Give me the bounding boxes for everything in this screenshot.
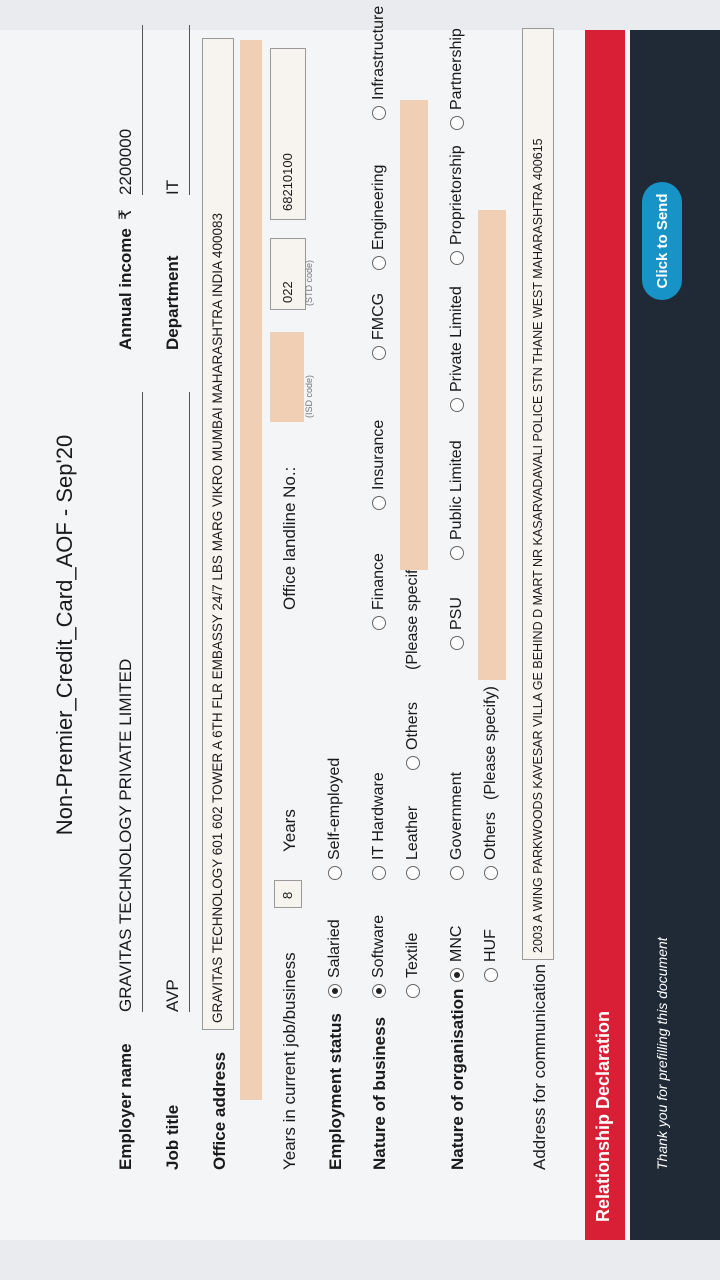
address-extra-field[interactable] bbox=[240, 40, 262, 1100]
radio-unchecked-icon bbox=[371, 866, 386, 880]
landline-number-value: 68210100 bbox=[280, 153, 295, 211]
relationship-declaration-title: Relationship Declaration bbox=[593, 1010, 613, 1222]
office-address-field[interactable]: GRAVITAS TECHNOLOGY 601 602 TOWER A 6TH … bbox=[202, 38, 234, 1030]
employment-status-row: Employment status Salaried Self-employed bbox=[318, 60, 354, 1170]
radio-unchecked-icon bbox=[371, 616, 386, 630]
business-row: Nature of business Software IT Hardware … bbox=[360, 6, 440, 1170]
radio-unchecked-icon bbox=[327, 866, 342, 880]
landline-label: Office landline No.: bbox=[280, 466, 299, 610]
radio-unchecked-icon bbox=[405, 866, 420, 880]
business-specify-field[interactable] bbox=[400, 100, 428, 570]
employer-name-value[interactable]: GRAVITAS TECHNOLOGY PRIVATE LIMITED bbox=[116, 659, 136, 1012]
radio-unchecked-icon bbox=[405, 756, 420, 770]
org-option-government[interactable]: Government bbox=[448, 772, 466, 880]
business-option-it-hardware[interactable]: IT Hardware bbox=[370, 772, 388, 880]
std-code-field[interactable]: 022 bbox=[270, 238, 306, 310]
footer-bar: Thank you for prefilling this document C… bbox=[630, 30, 720, 1240]
organisation-row: Nature of organisation MNC Government PS… bbox=[438, 28, 518, 1170]
radio-unchecked-icon bbox=[371, 256, 386, 270]
radio-checked-icon bbox=[371, 984, 386, 998]
years-field[interactable]: 8 bbox=[274, 880, 302, 908]
years-row: Years in current job/business 8 Years Of… bbox=[270, 48, 314, 1170]
employment-status-label: Employment status bbox=[326, 1013, 345, 1170]
screen-rotated: Non-Premier_Credit_Card_AOF - Sep'20 Emp… bbox=[0, 0, 720, 1280]
office-address-row: Office address GRAVITAS TECHNOLOGY 601 6… bbox=[200, 38, 240, 1170]
radio-unchecked-icon bbox=[449, 636, 464, 650]
job-title-label: Job title bbox=[163, 1104, 182, 1170]
employment-option-salaried[interactable]: Salaried bbox=[326, 919, 344, 998]
org-option-psu[interactable]: PSU bbox=[448, 597, 466, 650]
org-specify-field[interactable] bbox=[478, 210, 506, 680]
job-title-value[interactable]: AVP bbox=[163, 979, 183, 1012]
business-option-infrastructure[interactable]: Infrastructure bbox=[370, 6, 388, 120]
radio-unchecked-icon bbox=[449, 116, 464, 130]
income-underline bbox=[142, 25, 143, 195]
communication-address-value: 2003 A WING PARKWOODS KAVESAR VILLA GE B… bbox=[531, 138, 545, 953]
business-specify-hint: (Please specify) bbox=[404, 556, 421, 670]
org-specify-hint: (Please specify) bbox=[482, 686, 499, 800]
landline-number-field[interactable]: 68210100 bbox=[270, 48, 306, 220]
employment-option-self-employed[interactable]: Self-employed bbox=[326, 758, 344, 880]
std-code-hint: (STD code) bbox=[304, 259, 314, 306]
thanks-message: Thank you for prefilling this document bbox=[654, 937, 670, 1170]
business-option-textile[interactable]: Textile bbox=[404, 933, 422, 998]
business-option-software[interactable]: Software bbox=[370, 915, 388, 998]
org-option-others[interactable]: Others bbox=[482, 812, 500, 880]
isd-code-hint: (ISD code) bbox=[304, 374, 314, 418]
communication-label: Address for communication bbox=[530, 964, 549, 1170]
business-option-finance[interactable]: Finance bbox=[370, 553, 388, 630]
department-value[interactable]: IT bbox=[163, 180, 183, 195]
annual-income-label: Annual income bbox=[116, 228, 135, 350]
radio-unchecked-icon bbox=[371, 346, 386, 360]
department-label: Department bbox=[163, 255, 182, 350]
business-option-fmcg[interactable]: FMCG bbox=[370, 293, 388, 360]
organisation-label: Nature of organisation bbox=[448, 988, 467, 1170]
relationship-declaration-bar: Relationship Declaration bbox=[585, 30, 625, 1240]
radio-unchecked-icon bbox=[371, 496, 386, 510]
job-underline bbox=[189, 392, 190, 1012]
radio-checked-icon bbox=[327, 984, 342, 998]
currency-icon: ₹ bbox=[116, 209, 135, 220]
years-label: Years in current job/business bbox=[280, 952, 299, 1170]
business-option-leather[interactable]: Leather bbox=[404, 806, 422, 880]
radio-unchecked-icon bbox=[449, 398, 464, 412]
years-unit: Years bbox=[280, 809, 299, 852]
communication-row: Address for communication 2003 A WING PA… bbox=[520, 28, 560, 1170]
radio-checked-icon bbox=[449, 968, 464, 982]
employer-underline bbox=[142, 392, 143, 1012]
form-document: Non-Premier_Credit_Card_AOF - Sep'20 Emp… bbox=[0, 6, 650, 1240]
org-option-mnc[interactable]: MNC bbox=[448, 926, 466, 982]
radio-unchecked-icon bbox=[449, 251, 464, 265]
org-option-private-limited[interactable]: Private Limited bbox=[448, 286, 466, 412]
org-option-proprietorship[interactable]: Proprietorship bbox=[448, 145, 466, 265]
radio-unchecked-icon bbox=[371, 106, 386, 120]
click-to-send-button[interactable]: Click to Send bbox=[642, 182, 682, 300]
radio-unchecked-icon bbox=[405, 984, 420, 998]
years-value: 8 bbox=[280, 891, 295, 899]
communication-address-field[interactable]: 2003 A WING PARKWOODS KAVESAR VILLA GE B… bbox=[522, 28, 554, 960]
employer-name-label: Employer name bbox=[116, 1043, 135, 1170]
business-option-insurance[interactable]: Insurance bbox=[370, 420, 388, 510]
document-title: Non-Premier_Credit_Card_AOF - Sep'20 bbox=[52, 434, 77, 836]
std-code-value: 022 bbox=[280, 281, 295, 303]
business-label: Nature of business bbox=[370, 1016, 389, 1170]
radio-unchecked-icon bbox=[483, 866, 498, 880]
employer-row: Employer name GRAVITAS TECHNOLOGY PRIVAT… bbox=[108, 25, 148, 1170]
isd-code-field[interactable] bbox=[270, 332, 304, 422]
radio-unchecked-icon bbox=[483, 968, 498, 982]
business-option-engineering[interactable]: Engineering bbox=[370, 165, 388, 270]
office-address-label: Office address bbox=[210, 1051, 229, 1170]
office-address-value: GRAVITAS TECHNOLOGY 601 602 TOWER A 6TH … bbox=[210, 212, 225, 1023]
department-underline bbox=[189, 25, 190, 195]
radio-unchecked-icon bbox=[449, 546, 464, 560]
annual-income-value[interactable]: 2200000 bbox=[116, 129, 136, 195]
org-option-partnership[interactable]: Partnership bbox=[448, 28, 466, 130]
org-option-public-limited[interactable]: Public Limited bbox=[448, 440, 466, 560]
job-row: Job title AVP Department IT bbox=[155, 25, 195, 1170]
org-option-huf[interactable]: HUF bbox=[482, 929, 500, 982]
business-option-others[interactable]: Others bbox=[404, 702, 422, 770]
radio-unchecked-icon bbox=[449, 866, 464, 880]
